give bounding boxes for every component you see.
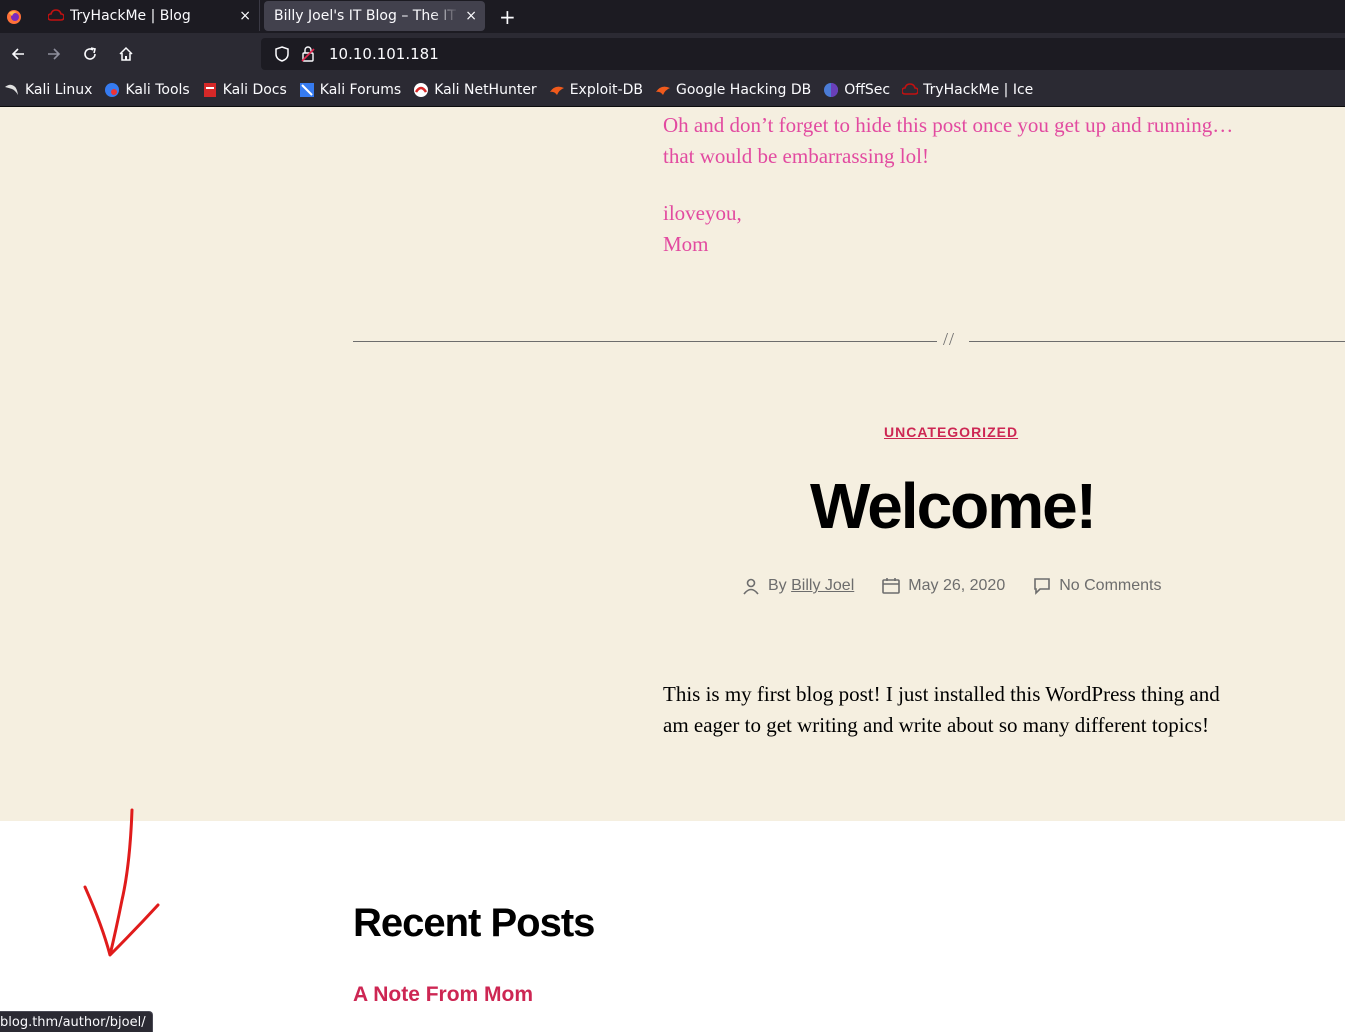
widgets-area: Recent Posts A Note From Mom — [0, 821, 1345, 1032]
previous-post-paragraph: Oh and don’t forget to hide this post on… — [663, 113, 1234, 168]
post-title[interactable]: Welcome! — [0, 469, 1345, 543]
post-body: This is my first blog post! I just insta… — [663, 682, 1220, 737]
bookmark-kali-docs[interactable]: Kali Docs — [202, 82, 287, 98]
bookmark-label: OffSec — [844, 82, 891, 98]
address-bar[interactable]: 10.10.101.181 — [261, 38, 1345, 70]
comment-icon — [1033, 577, 1051, 595]
kali-forums-icon — [299, 82, 315, 98]
bookmark-label: Kali NetHunter — [434, 82, 537, 98]
post-comments: No Comments — [1033, 577, 1161, 595]
bookmark-label: Kali Docs — [222, 82, 287, 98]
ghdb-icon — [655, 82, 671, 98]
shield-icon[interactable] — [269, 46, 295, 62]
author-prefix: By — [768, 577, 787, 594]
status-bar-url: blog.thm/author/bjoel/ — [0, 1011, 153, 1032]
previous-post-text: Oh and don’t forget to hide this post on… — [663, 110, 1243, 260]
category-link[interactable]: UNCATEGORIZED — [884, 424, 1018, 440]
reload-button[interactable] — [72, 38, 108, 70]
tab-billy-joel-blog[interactable]: Billy Joel's IT Blog – The IT blog × — [264, 1, 485, 31]
tryhackme-favicon-icon — [48, 8, 64, 24]
new-tab-button[interactable]: + — [485, 0, 530, 33]
kali-tools-icon — [104, 82, 120, 98]
back-button[interactable] — [0, 38, 36, 70]
bookmark-kali-forums[interactable]: Kali Forums — [299, 82, 401, 98]
tab-tryhackme-blog[interactable]: TryHackMe | Blog × — [38, 0, 260, 31]
close-tab-icon[interactable]: × — [465, 8, 477, 24]
page-content: Oh and don’t forget to hide this post on… — [0, 107, 1345, 1032]
insecure-lock-icon[interactable] — [295, 46, 321, 62]
tab-title: Billy Joel's IT Blog – The IT blog — [274, 8, 459, 24]
tab-bar: TryHackMe | Blog × Billy Joel's IT Blog … — [0, 0, 1345, 33]
firefox-logo-icon[interactable] — [0, 0, 28, 33]
tryhackme-icon — [902, 82, 919, 98]
bookmark-label: TryHackMe | Ice — [923, 82, 1034, 98]
comments-link[interactable]: No Comments — [1059, 577, 1161, 595]
forward-button[interactable] — [36, 38, 72, 70]
bookmark-kali-tools[interactable]: Kali Tools — [104, 82, 190, 98]
forward-arrow-icon — [48, 47, 61, 60]
bookmark-label: Kali Linux — [25, 82, 93, 98]
separator-mark: // — [943, 329, 956, 349]
author-link[interactable]: Billy Joel — [791, 577, 854, 595]
navigation-bar: 10.10.101.181 — [0, 33, 1345, 74]
url-text[interactable]: 10.10.101.181 — [329, 45, 439, 63]
bookmark-kali-nethunter[interactable]: Kali NetHunter — [413, 82, 537, 98]
user-icon — [742, 577, 760, 595]
tab-title: TryHackMe | Blog — [70, 7, 191, 24]
bookmark-kali-linux[interactable]: Kali Linux — [4, 82, 92, 98]
exploit-db-icon — [549, 82, 565, 98]
nethunter-icon — [413, 82, 429, 98]
bookmark-label: Kali Tools — [125, 82, 190, 98]
recent-posts-heading: Recent Posts — [353, 901, 595, 945]
bookmarks-toolbar: Kali Linux Kali Tools Kali Docs Kali For… — [0, 74, 1345, 107]
kali-docs-icon — [202, 82, 218, 98]
signoff-line: iloveyou, — [663, 201, 742, 225]
bookmark-label: Google Hacking DB — [675, 82, 812, 98]
bookmark-exploit-db[interactable]: Exploit-DB — [549, 82, 643, 98]
home-button[interactable] — [108, 38, 144, 70]
post-date: May 26, 2020 — [882, 577, 1005, 595]
post-title-text[interactable]: Welcome! — [560, 469, 1345, 543]
kali-dragon-icon — [4, 82, 20, 98]
recent-post-link[interactable]: A Note From Mom — [353, 983, 533, 1007]
signoff-name: Mom — [663, 232, 709, 256]
bookmark-label: Exploit-DB — [569, 82, 643, 98]
bookmark-label: Kali Forums — [319, 82, 402, 98]
bookmark-google-hacking-db[interactable]: Google Hacking DB — [655, 82, 811, 98]
post-author: By Billy Joel — [742, 577, 854, 595]
back-arrow-icon — [11, 47, 24, 60]
red-arrow-annotation — [83, 808, 160, 957]
home-icon — [119, 46, 133, 61]
bookmark-offsec[interactable]: OffSec — [823, 82, 890, 98]
post-meta: By Billy Joel May 26, 2020 No Comments — [742, 577, 1189, 595]
post-separator: // — [353, 329, 1345, 349]
reload-icon — [84, 46, 96, 60]
bookmark-tryhackme-ice[interactable]: TryHackMe | Ice — [902, 82, 1033, 98]
close-tab-icon[interactable]: × — [239, 8, 251, 24]
offsec-icon — [823, 82, 839, 98]
date-text[interactable]: May 26, 2020 — [908, 577, 1005, 595]
calendar-icon — [882, 577, 901, 595]
